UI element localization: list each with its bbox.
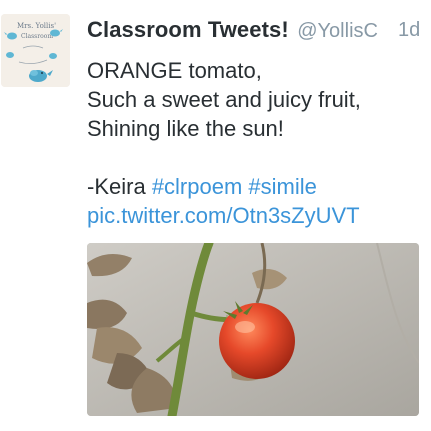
twitter-bird-icon xyxy=(6,52,14,58)
media-link[interactable]: pic.twitter.com/Otn3sZyUVT xyxy=(87,201,422,230)
tweet[interactable]: Mrs. Yollis' Classroom Classroom Tweets!… xyxy=(0,0,431,431)
screen-name[interactable]: @YollisC xyxy=(297,20,378,42)
tweet-header: Classroom Tweets! @YollisC xyxy=(87,17,407,49)
tweet-signature: -Keira xyxy=(87,174,146,199)
avatar[interactable]: Mrs. Yollis' Classroom xyxy=(1,14,70,87)
hashtag-clrpoem[interactable]: #clrpoem xyxy=(152,174,242,199)
hashtag-simile[interactable]: #simile xyxy=(248,174,316,199)
timestamp[interactable]: 1d xyxy=(396,19,421,42)
avatar-handwriting-2: Classroom xyxy=(21,33,53,40)
avatar-handwriting-1: Mrs. Yollis' xyxy=(17,22,56,30)
tweet-line: Such a sweet and juicy fruit, xyxy=(87,87,361,112)
tweet-signature-line: -Keira #clrpoem #simile xyxy=(87,172,422,201)
avatar-drawing: Mrs. Yollis' Classroom xyxy=(1,14,70,87)
twitter-bird-icon xyxy=(49,53,57,59)
tweet-line: ORANGE tomato, xyxy=(87,58,262,83)
tweet-text: ORANGE tomato, Such a sweet and juicy fr… xyxy=(87,56,422,230)
display-name[interactable]: Classroom Tweets! xyxy=(87,17,289,42)
tweet-line: Shining like the sun! xyxy=(87,116,284,141)
tweet-photo[interactable] xyxy=(87,243,419,416)
tomato-photo xyxy=(87,243,419,416)
